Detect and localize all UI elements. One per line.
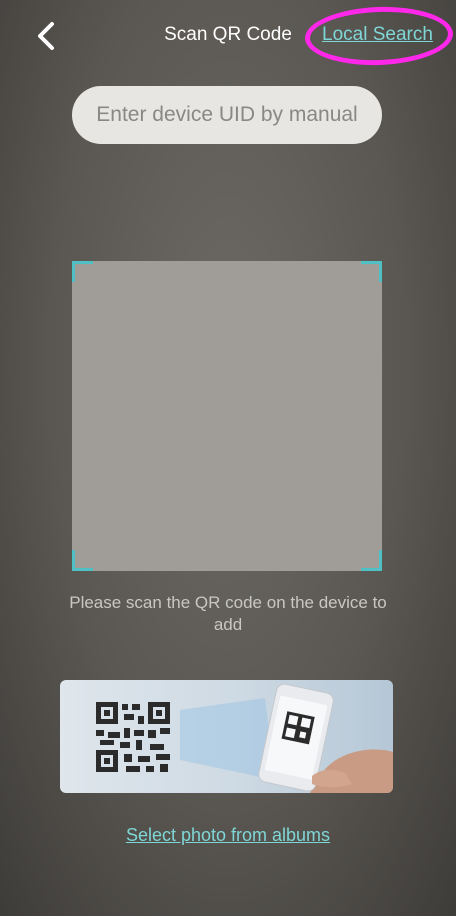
qr-scan-viewfinder — [72, 261, 382, 571]
top-bar: Scan QR Code Local Search — [0, 0, 456, 72]
viewfinder-corner-bottom-left — [72, 550, 93, 571]
viewfinder-corner-top-right — [361, 261, 382, 282]
select-photo-from-albums-link[interactable]: Select photo from albums — [0, 825, 456, 846]
device-uid-input[interactable] — [72, 86, 382, 144]
scan-instruction: Please scan the QR code on the device to… — [69, 593, 387, 634]
chevron-left-icon — [38, 22, 54, 50]
viewfinder-corner-top-left — [72, 261, 93, 282]
back-button[interactable] — [30, 18, 62, 54]
qr-code-icon — [96, 702, 170, 772]
scan-illustration — [60, 680, 393, 793]
phone-scanning-icon — [258, 683, 393, 793]
local-search-link[interactable]: Local Search — [322, 24, 433, 46]
viewfinder-corner-bottom-right — [361, 550, 382, 571]
page-title: Scan QR Code — [164, 24, 292, 45]
